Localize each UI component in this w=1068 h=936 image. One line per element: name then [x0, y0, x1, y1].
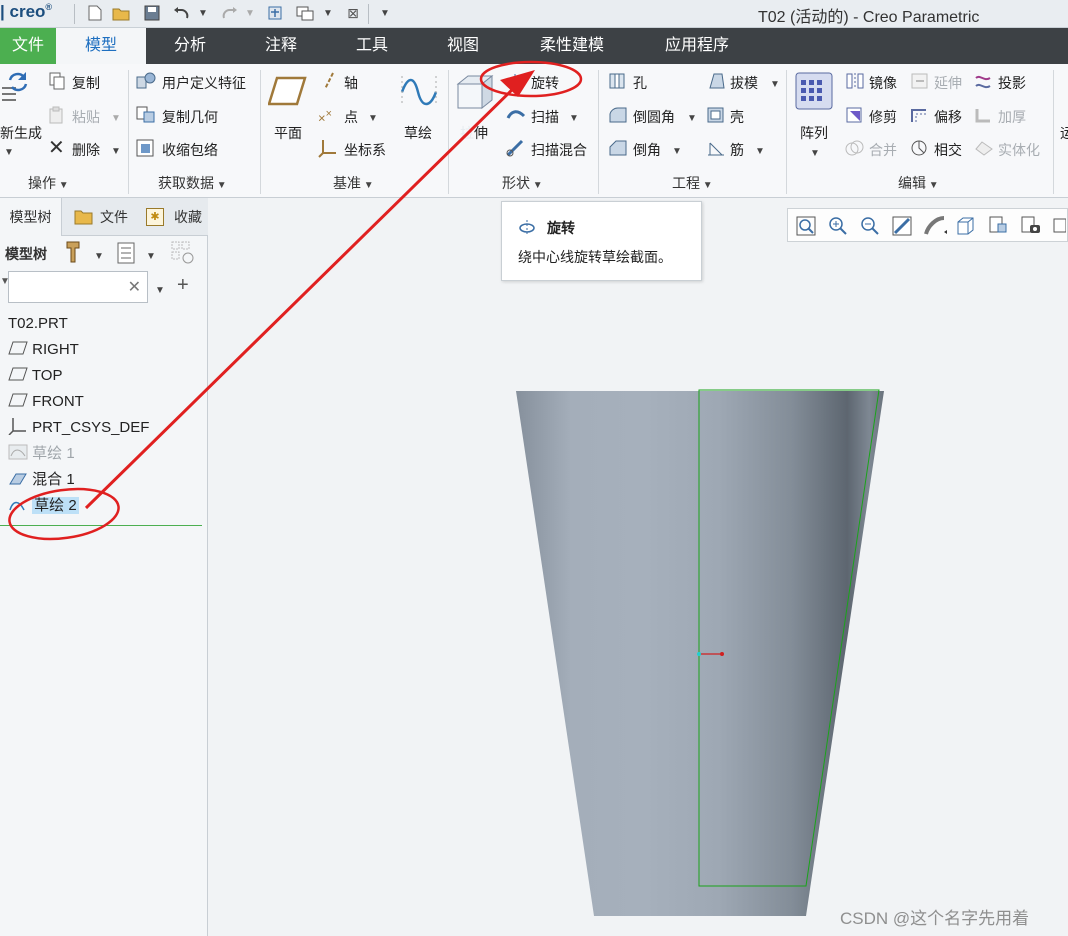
- more-view-tools-icon[interactable]: [1052, 216, 1067, 236]
- model-graphics: [516, 389, 884, 916]
- view-toolbar: [787, 208, 1068, 242]
- csdn-watermark: CSDN @这个名字先用着: [840, 909, 1030, 928]
- repaint-icon[interactable]: [892, 216, 912, 236]
- tooltip-title: 旋转: [547, 220, 575, 236]
- zoom-in-icon[interactable]: [828, 216, 848, 236]
- view-manager-icon[interactable]: [988, 216, 1012, 236]
- tooltip-description: 绕中心线旋转草绘截面。: [518, 249, 672, 265]
- revolve-tooltip: 旋转 绕中心线旋转草绘截面。: [501, 201, 702, 281]
- display-style-icon[interactable]: [924, 216, 948, 236]
- revolve-icon: [518, 218, 538, 236]
- zoom-out-icon[interactable]: [860, 216, 880, 236]
- datum-display-icon[interactable]: [1020, 216, 1044, 236]
- refit-icon[interactable]: [796, 216, 816, 236]
- saved-orientations-icon[interactable]: [956, 216, 980, 236]
